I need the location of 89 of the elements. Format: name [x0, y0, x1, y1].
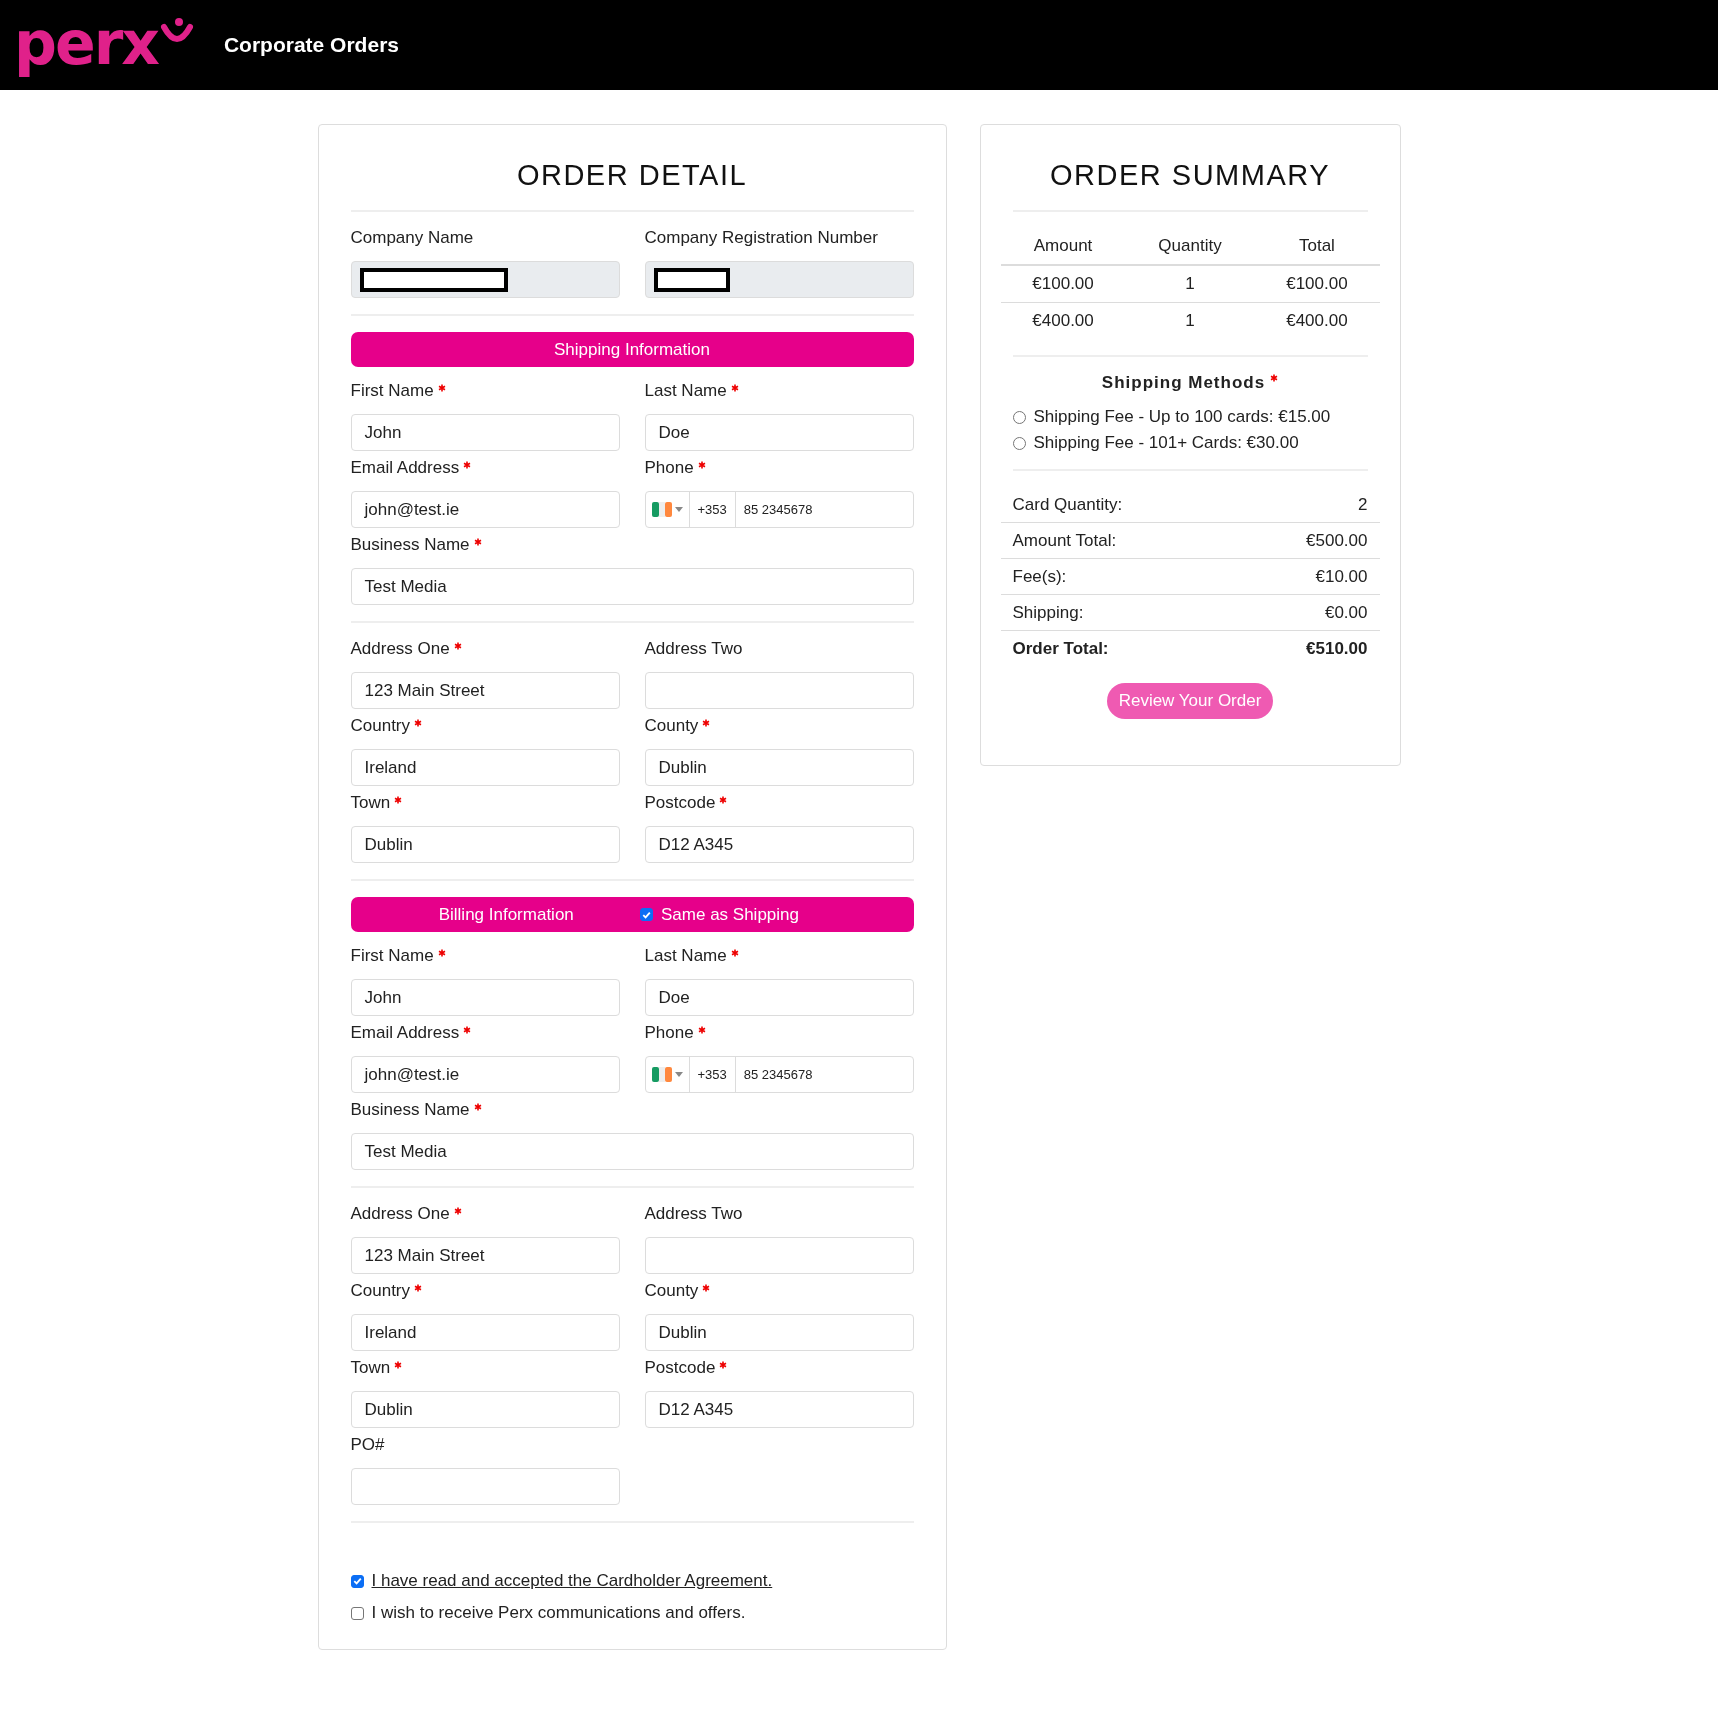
field-label: PO#: [350, 1435, 385, 1455]
text-field[interactable]: [644, 672, 914, 709]
field-label: Last Name: [644, 381, 727, 401]
field-label: Phone: [644, 458, 694, 478]
field-label: Company Name: [350, 228, 474, 248]
text-field[interactable]: john@test.ie: [350, 1056, 620, 1093]
caret-icon: [674, 1072, 683, 1077]
text-field[interactable]: Test Media: [350, 568, 914, 605]
field-label: Address One: [350, 1204, 450, 1224]
agreement-link[interactable]: I have read and accepted the Cardholder Agreement.: [371, 1571, 773, 1591]
field-label: Address Two: [644, 1204, 743, 1224]
text-field[interactable]: 123 Main Street: [350, 672, 620, 709]
field-label: Country: [350, 1281, 411, 1301]
text-field[interactable]: [644, 1237, 914, 1274]
total-value: €500.00: [1306, 530, 1368, 551]
table-cell: €100.00: [1000, 265, 1126, 303]
field-label: Phone: [644, 1023, 694, 1043]
text-field[interactable]: John: [350, 979, 620, 1016]
text-field[interactable]: Doe: [644, 414, 914, 451]
phone-number-input[interactable]: 85 2345678: [735, 492, 913, 527]
text-field[interactable]: D12 A345: [644, 826, 914, 863]
field-label: Postcode: [644, 1358, 716, 1378]
phone-field[interactable]: +353 85 2345678: [644, 1056, 914, 1093]
total-value: 2: [1358, 494, 1368, 515]
table-cell: €400.00: [1000, 302, 1126, 339]
field-label: First Name: [350, 946, 434, 966]
field-label: County: [644, 1281, 699, 1301]
radio-label[interactable]: Shipping Fee - 101+ Cards: €30.00: [1033, 433, 1299, 453]
text-field[interactable]: D12 A345: [644, 1391, 914, 1428]
checkbox[interactable]: [350, 1606, 364, 1620]
total-value: €510.00: [1306, 638, 1368, 659]
radio-label[interactable]: Shipping Fee - Up to 100 cards: €15.00: [1033, 407, 1331, 427]
total-label: Fee(s):: [1012, 566, 1067, 587]
field-label: Company Registration Number: [644, 228, 878, 248]
card-title: ORDER SUMMARY: [1049, 159, 1331, 192]
total-label: Amount Total:: [1012, 530, 1117, 551]
checkbox-label[interactable]: I wish to receive Perx communications and offers.: [371, 1603, 746, 1623]
text-field[interactable]: john@test.ie: [350, 491, 620, 528]
text-field[interactable]: Ireland: [350, 1314, 620, 1351]
field-label: County: [644, 716, 699, 736]
text-field[interactable]: Test Media: [350, 1133, 914, 1170]
ireland-flag-icon: [651, 1067, 672, 1082]
ireland-flag-icon: [651, 502, 672, 517]
text-field[interactable]: 123 Main Street: [350, 1237, 620, 1274]
section-title: Shipping Information: [554, 339, 710, 360]
total-label: Shipping:: [1012, 602, 1084, 623]
field-label: Country: [350, 716, 411, 736]
dial-code: +353: [689, 492, 736, 527]
table-cell: 1: [1125, 302, 1255, 339]
phone-number-input[interactable]: 85 2345678: [735, 1057, 913, 1092]
field-label: Town: [350, 1358, 391, 1378]
field-label: Address Two: [644, 639, 743, 659]
checkbox[interactable]: [640, 908, 653, 921]
caret-icon: [674, 507, 683, 512]
section-title: Billing Information: [437, 904, 575, 925]
page-title: Corporate Orders: [223, 33, 399, 57]
field-label: Business Name: [350, 535, 470, 555]
text-field[interactable]: Dublin: [644, 749, 914, 786]
field-label: Town: [350, 793, 391, 813]
table-cell: €100.00: [1254, 265, 1380, 303]
card-title: ORDER DETAIL: [515, 159, 749, 192]
total-value: €0.00: [1324, 602, 1368, 623]
total-label: Card Quantity:: [1012, 494, 1123, 515]
text-field[interactable]: Dublin: [350, 826, 620, 863]
field-label: Address One: [350, 639, 450, 659]
text-field[interactable]: John: [350, 414, 620, 451]
field-label: Last Name: [644, 946, 727, 966]
field-label: First Name: [350, 381, 434, 401]
field-label: Email Address: [350, 458, 460, 478]
text-field[interactable]: Dublin: [644, 1314, 914, 1351]
total-value: €10.00: [1315, 566, 1368, 587]
field-label: Business Name: [350, 1100, 470, 1120]
checkbox-label[interactable]: Same as Shipping: [661, 904, 799, 925]
section-title: Shipping Methods: [1101, 373, 1266, 393]
field-label: Postcode: [644, 793, 716, 813]
table-cell: 1: [1125, 265, 1255, 303]
text-field[interactable]: Doe: [644, 979, 914, 1016]
text-field[interactable]: Dublin: [350, 1391, 620, 1428]
field-label: Email Address: [350, 1023, 460, 1043]
table-cell: €400.00: [1254, 302, 1380, 339]
phone-field[interactable]: +353 85 2345678: [644, 491, 914, 528]
column-header: Amount: [1000, 228, 1126, 265]
text-field[interactable]: [350, 1468, 620, 1505]
column-header: Quantity: [1125, 228, 1255, 265]
total-label: Order Total:: [1012, 638, 1109, 659]
checkbox[interactable]: [350, 1574, 364, 1588]
text-field[interactable]: Ireland: [350, 749, 620, 786]
dial-code: +353: [689, 1057, 736, 1092]
column-header: Total: [1254, 228, 1380, 265]
